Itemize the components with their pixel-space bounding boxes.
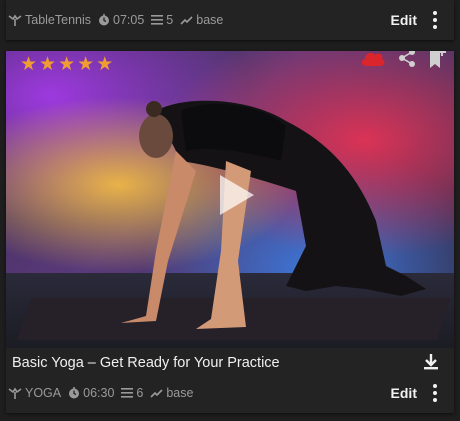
duration-meta: 07:05 bbox=[98, 13, 144, 27]
duration-meta: 06:30 bbox=[68, 386, 114, 400]
level-meta: base bbox=[150, 386, 193, 400]
list-icon bbox=[151, 15, 164, 25]
timer-icon bbox=[69, 387, 80, 399]
parts-meta: 6 bbox=[121, 386, 143, 400]
card-meta-row: YOGA 06:30 6 base Edit bbox=[6, 379, 454, 407]
duration-label: 07:05 bbox=[113, 13, 145, 27]
more-vert-icon[interactable] bbox=[432, 11, 438, 29]
category-icon bbox=[8, 14, 22, 26]
parts-meta: 5 bbox=[151, 13, 173, 27]
star-icon[interactable]: ★ bbox=[58, 55, 75, 75]
workout-title[interactable]: Basic Yoga – Get Ready for Your Practice bbox=[6, 355, 280, 371]
play-icon[interactable] bbox=[216, 173, 256, 217]
level-label: base bbox=[166, 386, 194, 400]
level-label: base bbox=[196, 13, 224, 27]
download-icon[interactable] bbox=[424, 354, 438, 370]
star-icon[interactable]: ★ bbox=[77, 55, 94, 75]
edit-button[interactable]: Edit bbox=[391, 12, 417, 28]
star-icon[interactable]: ★ bbox=[39, 55, 56, 75]
card-title-row: Basic Yoga – Get Ready for Your Practice bbox=[6, 348, 454, 378]
video-thumbnail[interactable]: ★ ★ ★ ★ ★ bbox=[6, 51, 454, 348]
workout-card-tabletennis[interactable]: TableTennis 07:05 5 base Edit bbox=[6, 0, 454, 40]
more-vert-icon[interactable] bbox=[432, 384, 438, 402]
thumbnail-actions bbox=[348, 51, 446, 74]
star-icon[interactable]: ★ bbox=[96, 55, 113, 75]
category-label: TableTennis bbox=[25, 13, 92, 27]
level-meta: base bbox=[180, 13, 223, 27]
workout-card-yoga[interactable]: ★ ★ ★ ★ ★ Basic Yoga – Get Ready for You… bbox=[6, 51, 454, 413]
trend-icon bbox=[180, 16, 193, 25]
trend-icon bbox=[150, 389, 163, 398]
parts-count: 5 bbox=[166, 13, 174, 27]
star-icon[interactable]: ★ bbox=[20, 55, 37, 75]
bookmark-add-icon[interactable] bbox=[428, 51, 446, 74]
edit-button[interactable]: Edit bbox=[391, 385, 417, 401]
rating-stars[interactable]: ★ ★ ★ ★ ★ bbox=[20, 55, 115, 75]
category-meta: YOGA bbox=[8, 386, 61, 400]
category-meta: TableTennis bbox=[8, 13, 91, 27]
card-meta-row: TableTennis 07:05 5 base Edit bbox=[6, 6, 454, 34]
cloud-icon[interactable] bbox=[360, 51, 386, 72]
timer-icon bbox=[99, 14, 110, 26]
category-label: YOGA bbox=[25, 386, 62, 400]
share-icon[interactable] bbox=[398, 51, 416, 73]
list-icon bbox=[121, 388, 134, 398]
parts-count: 6 bbox=[136, 386, 144, 400]
category-icon bbox=[8, 387, 22, 399]
duration-label: 06:30 bbox=[83, 386, 115, 400]
